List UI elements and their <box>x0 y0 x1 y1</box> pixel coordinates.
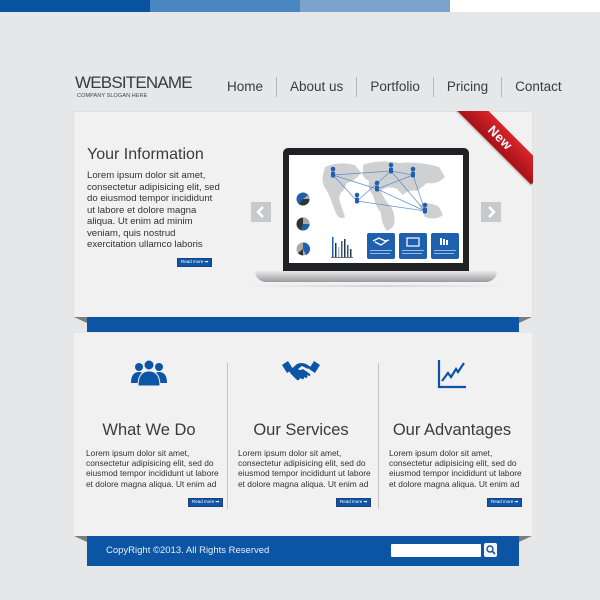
divider-band <box>87 317 519 332</box>
info-tiles <box>367 233 459 259</box>
nav-pricing[interactable]: Pricing <box>434 77 501 97</box>
band-fold-right <box>519 317 532 323</box>
footer-fold-left <box>74 536 87 542</box>
footer-bar: CopyRight ©2013. All Rights Reserved <box>87 536 519 566</box>
topbar-segment-1 <box>0 0 150 12</box>
feature-title: What We Do <box>102 421 196 439</box>
chevron-right-icon <box>488 206 496 218</box>
band-fold-left <box>74 317 87 323</box>
laptop-shadow <box>245 285 510 287</box>
feature-text: Lorem ipsum dolor sit amet, consectetur … <box>86 448 219 489</box>
site-logo[interactable]: WEBSITENAME COMPANY SLOGAN HERE <box>75 73 193 99</box>
chevron-left-icon <box>256 206 264 218</box>
nav-portfolio[interactable]: Portfolio <box>357 77 433 97</box>
nav-contact[interactable]: Contact <box>502 77 575 97</box>
new-ribbon: New <box>453 111 533 191</box>
laptop-base <box>255 271 497 282</box>
feature-our-services: Our Services Lorem ipsum dolor sit amet,… <box>226 333 376 536</box>
hero-text: Lorem ipsum dolor sit amet, consectetur … <box>87 170 220 250</box>
pie-charts <box>296 192 311 256</box>
nav-home[interactable]: Home <box>214 77 276 97</box>
topbar-segment-4 <box>450 0 600 12</box>
growth-chart-icon <box>437 360 466 389</box>
slider-prev-button[interactable] <box>251 202 271 222</box>
slider-next-button[interactable] <box>481 202 501 222</box>
hero-read-more-button[interactable]: Read more ➡ <box>177 258 213 267</box>
feature-text: Lorem ipsum dolor sit amet, consectetur … <box>238 448 371 489</box>
infographic-display <box>289 155 463 263</box>
search-icon <box>485 545 496 555</box>
topbar-segment-3 <box>300 0 450 12</box>
footer-search-input[interactable] <box>391 544 481 557</box>
footer-fold-right <box>519 536 532 542</box>
feature-text: Lorem ipsum dolor sit amet, consectetur … <box>389 448 522 489</box>
copyright-text: CopyRight ©2013. All Rights Reserved <box>106 545 270 556</box>
bar-chart <box>331 237 353 258</box>
feature-read-more-button[interactable]: Read more ➡ <box>487 498 523 507</box>
features-section: What We Do Lorem ipsum dolor sit amet, c… <box>74 333 532 536</box>
top-color-bar <box>0 0 600 12</box>
new-ribbon-label: New <box>453 111 533 185</box>
feature-read-more-button[interactable]: Read more ➡ <box>336 498 372 507</box>
main-nav: Home About us Portfolio Pricing Contact <box>214 77 575 97</box>
users-group-icon <box>131 359 167 387</box>
feature-our-advantages: Our Advantages Lorem ipsum dolor sit ame… <box>377 333 527 536</box>
feature-title: Our Services <box>253 421 349 439</box>
site-name: WEBSITENAME <box>75 73 193 92</box>
feature-title: Our Advantages <box>392 421 512 439</box>
site-slogan: COMPANY SLOGAN HERE <box>77 93 148 99</box>
feature-what-we-do: What We Do Lorem ipsum dolor sit amet, c… <box>74 333 224 536</box>
topbar-segment-2 <box>150 0 300 12</box>
laptop-screen <box>283 148 469 271</box>
feature-read-more-button[interactable]: Read more ➡ <box>188 498 224 507</box>
nav-about-us[interactable]: About us <box>277 77 356 97</box>
footer-search-button[interactable] <box>484 543 497 557</box>
hero-slider: Your Information Lorem ipsum dolor sit a… <box>74 111 533 317</box>
world-network-infographic <box>296 161 459 259</box>
hero-title: Your Information <box>87 146 204 163</box>
handshake-icon <box>282 361 320 381</box>
